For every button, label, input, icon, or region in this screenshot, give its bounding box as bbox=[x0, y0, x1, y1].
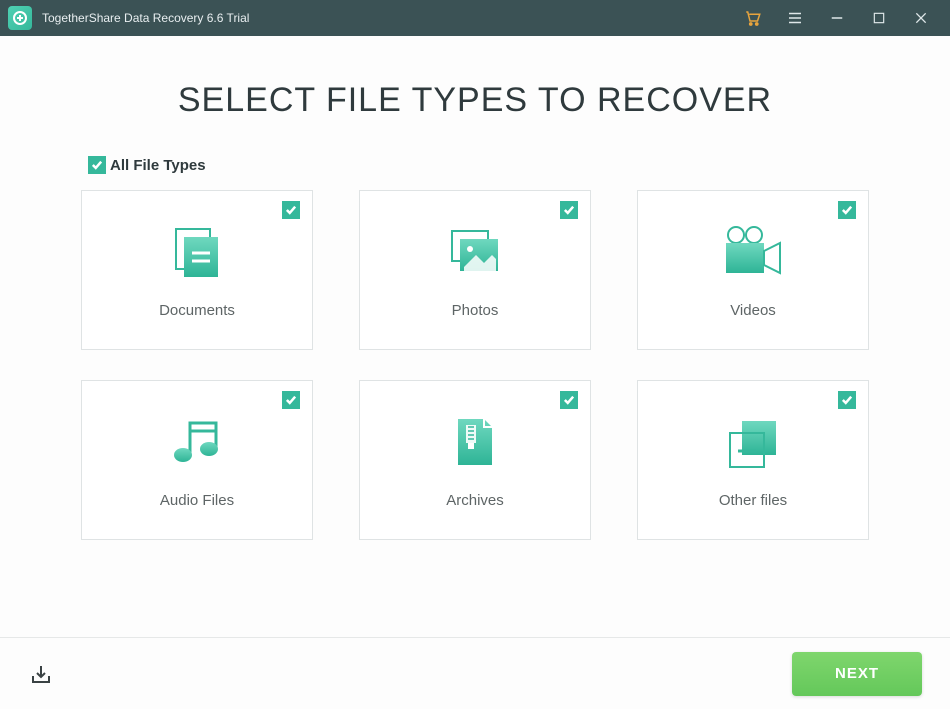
card-label: Photos bbox=[452, 302, 499, 319]
card-documents-checkbox[interactable] bbox=[282, 201, 300, 219]
next-button-label: NEXT bbox=[835, 665, 879, 682]
card-audio-checkbox[interactable] bbox=[282, 391, 300, 409]
other-icon bbox=[724, 412, 782, 474]
card-audio[interactable]: Audio Files bbox=[81, 380, 313, 540]
footer: NEXT bbox=[0, 637, 950, 709]
minimize-icon[interactable] bbox=[816, 0, 858, 36]
archives-icon bbox=[452, 412, 498, 474]
card-label: Other files bbox=[719, 492, 787, 509]
cart-icon[interactable] bbox=[732, 0, 774, 36]
card-archives[interactable]: Archives bbox=[359, 380, 591, 540]
card-photos-checkbox[interactable] bbox=[560, 201, 578, 219]
page-title: SELECT FILE TYPES TO RECOVER bbox=[80, 81, 870, 120]
card-other[interactable]: Other files bbox=[637, 380, 869, 540]
all-file-types-label: All File Types bbox=[110, 157, 206, 174]
main-content: SELECT FILE TYPES TO RECOVER All File Ty… bbox=[0, 36, 950, 540]
all-file-types-row[interactable]: All File Types bbox=[88, 156, 870, 174]
import-session-icon[interactable] bbox=[28, 661, 54, 687]
card-archives-checkbox[interactable] bbox=[560, 391, 578, 409]
close-icon[interactable] bbox=[900, 0, 942, 36]
window-title: TogetherShare Data Recovery 6.6 Trial bbox=[42, 11, 249, 25]
file-type-grid: Documents Photos bbox=[80, 190, 870, 540]
card-label: Videos bbox=[730, 302, 776, 319]
photos-icon bbox=[446, 222, 504, 284]
card-label: Documents bbox=[159, 302, 235, 319]
app-logo-icon bbox=[8, 6, 32, 30]
card-videos-checkbox[interactable] bbox=[838, 201, 856, 219]
card-label: Audio Files bbox=[160, 492, 234, 509]
next-button[interactable]: NEXT bbox=[792, 652, 922, 696]
card-other-checkbox[interactable] bbox=[838, 391, 856, 409]
card-documents[interactable]: Documents bbox=[81, 190, 313, 350]
videos-icon bbox=[720, 222, 786, 284]
maximize-icon[interactable] bbox=[858, 0, 900, 36]
documents-icon bbox=[168, 222, 226, 284]
card-videos[interactable]: Videos bbox=[637, 190, 869, 350]
card-photos[interactable]: Photos bbox=[359, 190, 591, 350]
all-file-types-checkbox[interactable] bbox=[88, 156, 106, 174]
menu-icon[interactable] bbox=[774, 0, 816, 36]
card-label: Archives bbox=[446, 492, 504, 509]
audio-icon bbox=[170, 412, 224, 474]
titlebar: TogetherShare Data Recovery 6.6 Trial bbox=[0, 0, 950, 36]
